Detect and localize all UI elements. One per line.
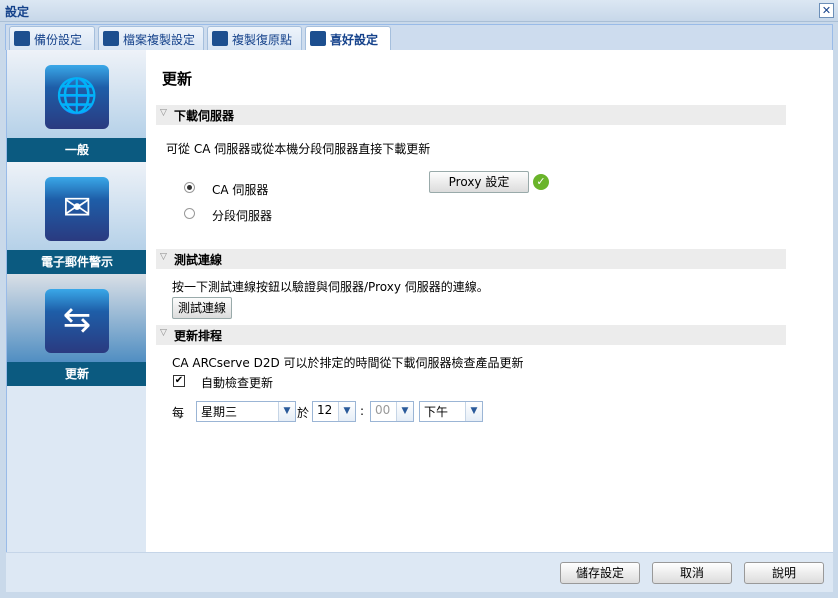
check-ok-icon: ✓ [533,174,549,190]
test-connection-button[interactable]: 測試連線 [172,297,232,319]
day-value: 星期三 [201,405,238,419]
help-button[interactable]: 說明 [744,562,824,584]
chevron-down-icon[interactable]: ▼ [338,402,355,421]
footer: 儲存設定 取消 說明 [6,552,833,592]
section-header: 測試連線 [174,253,223,267]
chevron-down-icon[interactable]: ▼ [396,402,413,421]
sidebar-item-label: 一般 [7,138,147,162]
tab-label: 檔案複製設定 [123,33,196,47]
copy-recovery-icon [212,31,228,46]
tab-label: 複製復原點 [232,33,293,47]
sidebar-item-updates[interactable]: ⇆ 更新 [7,274,147,386]
collapse-icon: ▽ [160,252,167,262]
title-bar: 設定 ✕ [0,0,838,22]
section-header: 更新排程 [174,329,223,343]
section-test-connection[interactable]: ▽ 測試連線 [156,249,786,269]
cancel-button[interactable]: 取消 [652,562,732,584]
sidebar-item-label: 更新 [7,362,147,386]
tab-label: 喜好設定 [330,33,379,47]
arrows-icon: ⇆ [45,289,109,353]
tab-backup-settings[interactable]: 備份設定 [9,26,95,50]
sidebar-item-label: 電子郵件警示 [7,250,147,274]
tab-preferences[interactable]: 喜好設定 [305,26,391,51]
tab-label: 備份設定 [34,33,83,47]
sidebar: 🌐 一般 ✉ 電子郵件警示 ⇆ 更新 [6,50,147,552]
email-alert-icon: ✉ [45,177,109,241]
sidebar-item-email-alerts[interactable]: ✉ 電子郵件警示 [7,162,147,274]
file-copy-icon [103,31,119,46]
every-label: 每 [172,406,185,420]
radio-ca-server[interactable] [184,182,195,193]
section-header: 下載伺服器 [174,109,235,123]
window-title: 設定 [5,5,30,19]
tab-copy-recovery-points[interactable]: 複製復原點 [207,26,302,50]
chevron-down-icon[interactable]: ▼ [465,402,482,421]
chevron-down-icon[interactable]: ▼ [278,402,295,421]
auto-check-label: 自動檢查更新 [201,376,274,390]
colon-label: : [360,404,365,418]
day-select[interactable]: 星期三 ▼ [196,401,296,422]
download-server-description: 可從 CA 伺服器或從本機分段伺服器直接下載更新 [166,142,431,156]
collapse-icon: ▽ [160,328,167,338]
schedule-description: CA ARCserve D2D 可以於排定的時間從下載伺服器檢查產品更新 [172,356,524,370]
gear-icon [310,31,326,46]
radio-staging-server[interactable] [184,208,195,219]
test-connection-description: 按一下測試連線按鈕以驗證與伺服器/Proxy 伺服器的連線。 [172,280,489,294]
minute-value: 00 [375,403,391,417]
hour-value: 12 [317,403,333,417]
tab-bar: 備份設定 檔案複製設定 複製復原點 喜好設定 [5,24,833,51]
page-title: 更新 [162,70,193,88]
proxy-settings-button[interactable]: Proxy 設定 [429,171,529,193]
at-label: 於 [297,406,310,420]
ampm-select[interactable]: 下午 ▼ [419,401,483,422]
section-update-schedule[interactable]: ▽ 更新排程 [156,325,786,345]
backup-icon [14,31,30,46]
section-download-server[interactable]: ▽ 下載伺服器 [156,105,786,125]
sidebar-item-general[interactable]: 🌐 一般 [7,50,147,162]
globe-icon: 🌐 [45,65,109,129]
minute-select[interactable]: 00 ▼ [370,401,414,422]
collapse-icon: ▽ [160,108,167,118]
radio-label: CA 伺服器 [212,183,269,197]
radio-label: 分段伺服器 [212,209,273,223]
content-panel: 更新 ▽ 下載伺服器 可從 CA 伺服器或從本機分段伺服器直接下載更新 CA 伺服… [146,50,833,552]
save-settings-button[interactable]: 儲存設定 [560,562,640,584]
auto-check-checkbox[interactable]: ✔ [173,375,185,387]
tab-file-copy-settings[interactable]: 檔案複製設定 [98,26,204,50]
close-icon[interactable]: ✕ [819,3,834,18]
hour-select[interactable]: 12 ▼ [312,401,356,422]
ampm-value: 下午 [424,405,449,419]
